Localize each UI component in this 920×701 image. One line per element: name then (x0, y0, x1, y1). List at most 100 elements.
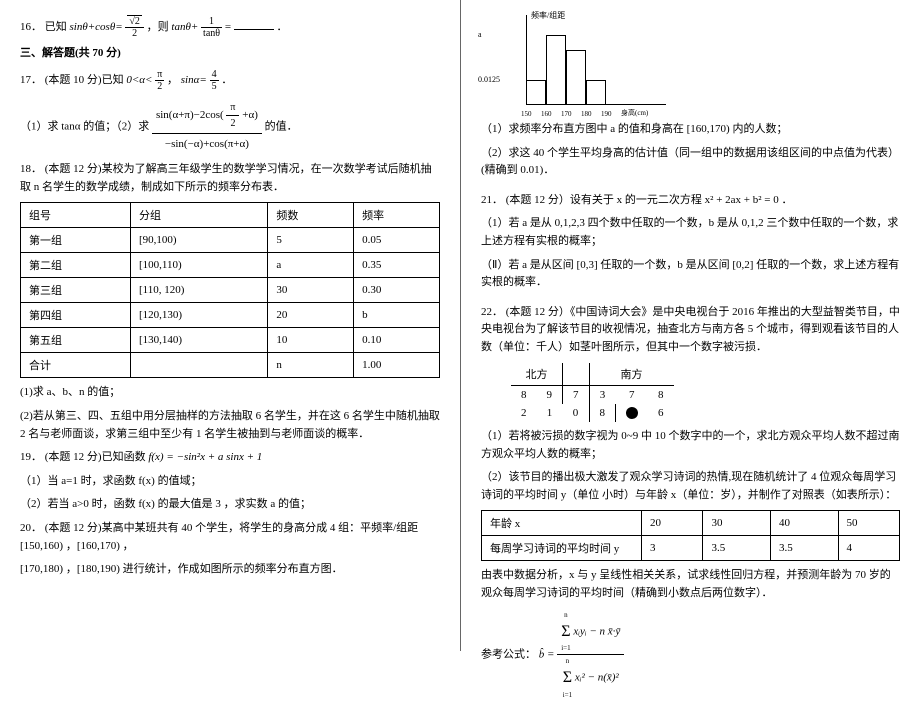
q16-expr2: tanθ+ (171, 21, 198, 33)
table-row: 第一组[90,100)50.05 (21, 228, 440, 253)
q22-sub1: （1）若将被污损的数字视为 0~9 中 10 个数字中的一个，求北方观众平均人数… (481, 428, 900, 463)
q17-t1: (本题 10 分)已知 (45, 74, 124, 86)
table-row: 每周学习诗词的平均时间 y 3 3.5 3.5 4 (482, 536, 900, 561)
stem: 7 (563, 385, 590, 404)
ifn: π (226, 100, 239, 116)
table-row: 合计n1.00 (21, 353, 440, 378)
per: ． (221, 74, 232, 86)
q22-num: 22． (481, 306, 503, 318)
q16-expr1: sinθ+cosθ= (70, 21, 123, 33)
sen: xᵢyᵢ − n x̄·ȳ (573, 625, 620, 637)
sigma-icon: n Σ i=1 (561, 611, 570, 653)
den2: 2 (125, 28, 144, 39)
f5: 5 (210, 81, 219, 92)
q18-text: (本题 12 分)某校为了解高三年级学生的数学学习情况，在一次数学考试后随机抽取… (20, 163, 432, 193)
age-time-table: 年龄 x 20 30 40 50 每周学习诗词的平均时间 y 3 3.5 3.5… (481, 510, 900, 561)
right-column: 频率/组距 a 0.0125 150 160 170 180 190 身高(cm… (460, 0, 920, 651)
sl: 9 (537, 385, 563, 404)
question-18: 18． (本题 12 分)某校为了解高三年级学生的数学学习情况，在一次数学考试后… (20, 161, 440, 196)
stem: 8 (589, 404, 616, 422)
sqrt2: √2 (127, 15, 142, 27)
xl4: 190 (601, 110, 612, 118)
c: 4 (838, 536, 900, 561)
q19-num: 19． (20, 451, 42, 463)
q16-mid: ，则 (147, 21, 169, 33)
inner-frac: π2 (226, 100, 239, 131)
question-19: 19． (本题 12 分)已知函数 f(x) = −sin²x + a sinx… (20, 449, 440, 467)
c: [130,140) (131, 328, 268, 353)
c: 0.10 (354, 328, 440, 353)
q19-sub2: （2）若当 a>0 时，函数 f(x) 的最大值是 3 ，求实数 a 的值； (20, 496, 440, 514)
c: b (354, 303, 440, 328)
si2: i=1 (563, 691, 572, 699)
q18-num: 18． (20, 163, 42, 175)
ns-header: 北方 南方 (511, 363, 674, 386)
comma: ， (167, 74, 178, 86)
q21-sub2: （Ⅱ）若 a 是从区间 [0,3] 任取的一个数，b 是从区间 [0,2] 任取… (481, 257, 900, 292)
sl: 0 (563, 404, 590, 422)
table-header-row: 组号 分组 频数 频率 (21, 203, 440, 228)
question-21: 21． (本题 12 分）设有关于 x 的一元二次方程 x² + 2ax + b… (481, 192, 900, 210)
table-row: 第五组[130,140)100.10 (21, 328, 440, 353)
sl: 2 (511, 404, 537, 422)
stem-leaf-plot: 北方 南方 8 9 7 3 7 8 2 1 0 8 6 (511, 363, 674, 422)
north-label: 北方 (511, 363, 563, 386)
th-freq: 频数 (268, 203, 354, 228)
c: 第三组 (21, 278, 131, 303)
c: 0.05 (354, 228, 440, 253)
table-row: 第二组[100,110)a0.35 (21, 253, 440, 278)
bfd: −sin(−α)+cos(π+α) (152, 134, 262, 156)
c: [100,110) (131, 253, 268, 278)
formula-label: 参考公式： (481, 648, 536, 660)
th-group: 组号 (21, 203, 131, 228)
xtitle: 身高(cm) (621, 108, 648, 118)
q19-fx: f(x) = −sin²x + a sinx + 1 (148, 451, 262, 463)
reference-formula: 参考公式： b̂ = n Σ i=1 xᵢyᵢ − n x̄·ȳ n Σ i=1… (481, 609, 900, 701)
q17-parts: （1）求 tanα 的值；（2）求 sin(α+π)−2cos( π2 +α) … (20, 98, 440, 156)
q18-sub2: (2)若从第三、四、五组中用分层抽样的方法抽取 6 名学生，并在这 6 名学生中… (20, 408, 440, 443)
xl2: 170 (561, 110, 572, 118)
table-row: 年龄 x 20 30 40 50 (482, 511, 900, 536)
sl: 1 (537, 404, 563, 422)
sina: sinα= (181, 74, 207, 86)
q16-sqrt2-over-2: √2 2 (125, 16, 144, 39)
c: 20 (642, 511, 703, 536)
c: 第五组 (21, 328, 131, 353)
c: 第一组 (21, 228, 131, 253)
q17-range: 0<α< (126, 74, 152, 86)
table-row: 第三组[110, 120)300.30 (21, 278, 440, 303)
xl3: 180 (581, 110, 592, 118)
question-16: 16． 已知 sinθ+cosθ= √2 2 ，则 tanθ+ 1 tanθ =… (20, 16, 440, 39)
stem-row: 8 9 7 3 7 8 (511, 385, 674, 404)
histogram-chart: 频率/组距 a 0.0125 150 160 170 180 190 身高(cm… (506, 15, 666, 115)
c: 20 (268, 303, 354, 328)
th-range: 分组 (131, 203, 268, 228)
bhat: b̂ = (539, 648, 555, 660)
q21-text: (本题 12 分）设有关于 x 的一元二次方程 x² + 2ax + b² = … (506, 194, 793, 206)
sl: 7 (616, 385, 649, 404)
c: 1.00 (354, 353, 440, 378)
c (131, 353, 268, 378)
c: 10 (268, 328, 354, 353)
q22-sub3: 由表中数据分析，x 与 y 呈线性相关关系，试求线性回归方程，并预测年龄为 70… (481, 567, 900, 602)
stem-col (563, 363, 590, 386)
ylabel-val: 0.0125 (478, 75, 500, 84)
f4: 4 (210, 69, 219, 81)
q20-text2: [170,180) ，[180,190) 进行统计，作成如图所示的频率分布直方图… (20, 561, 440, 579)
c: 第四组 (21, 303, 131, 328)
bar-3 (566, 50, 586, 105)
ink-blot-icon (626, 407, 638, 419)
ifd: 2 (226, 116, 239, 131)
q20-num: 20． (20, 522, 42, 534)
question-20: 20． (本题 12 分)某高中某班共有 40 个学生，将学生的身高分成 4 组… (20, 520, 440, 555)
q17-big-fraction: sin(α+π)−2cos( π2 +α) −sin(−α)+cos(π+α) (152, 98, 262, 156)
pi-over-2: π 2 (155, 69, 164, 92)
c: [120,130) (131, 303, 268, 328)
q22-text: (本题 12 分）《中国诗词大会》是中央电视台于 2016 年推出的大型益智类节… (481, 306, 900, 353)
section-3-header: 三、解答题(共 70 分) (20, 45, 440, 63)
xl0: 150 (521, 110, 532, 118)
c: a (268, 253, 354, 278)
c: 3.5 (770, 536, 838, 561)
ylabel-a: a (478, 30, 482, 39)
c: 合计 (21, 353, 131, 378)
